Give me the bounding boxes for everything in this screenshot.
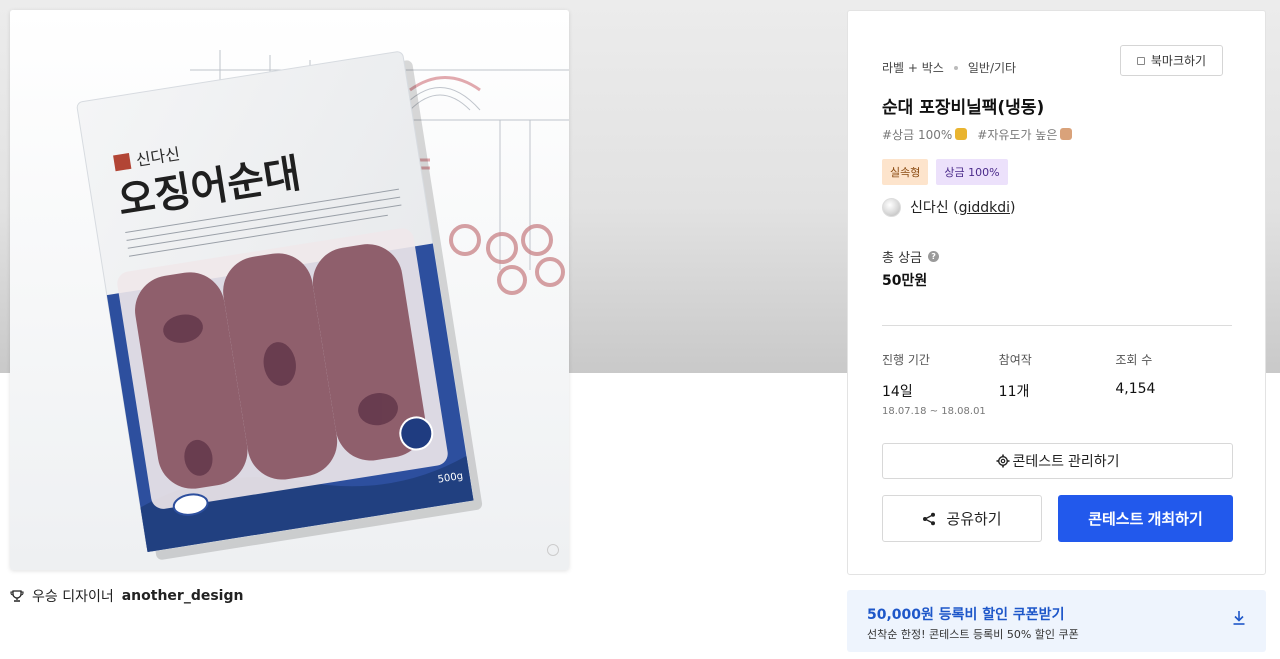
breadcrumb: 라벨 + 박스 일반/기타 xyxy=(882,59,1016,76)
help-icon[interactable]: ? xyxy=(928,251,940,262)
badge-economy: 실속형 xyxy=(882,159,929,185)
breadcrumb-subcategory[interactable]: 일반/기타 xyxy=(968,59,1016,76)
stat-entries: 참여작 11개 xyxy=(998,353,1032,400)
contest-title: 순대 포장비닐팩(냉동) xyxy=(882,98,1045,118)
winner-designer: 우승 디자이너 another_design xyxy=(10,586,243,606)
avatar xyxy=(882,197,901,217)
divider xyxy=(882,325,1232,326)
raised-hands-icon xyxy=(1060,128,1073,140)
host-info: 신다신 (giddkdi) xyxy=(882,197,1015,217)
stat-duration: 진행 기간 14일 18.07.18 ~ 18.08.01 xyxy=(882,353,986,417)
share-button[interactable]: 공유하기 xyxy=(882,495,1042,542)
share-icon xyxy=(923,512,936,525)
contest-tags: #상금 100% #자유도가 높은 xyxy=(882,126,1073,143)
host-contest-button[interactable]: 콘테스트 개최하기 xyxy=(1058,495,1233,542)
bookmark-button[interactable]: 북마크하기 xyxy=(1120,45,1223,76)
breadcrumb-separator xyxy=(953,65,958,70)
designer-name[interactable]: another_design xyxy=(122,588,244,604)
gear-icon xyxy=(996,454,1010,468)
contest-badges: 실속형 상금 100% xyxy=(882,159,1008,185)
coupon-banner[interactable]: 50,000원 등록비 할인 쿠폰받기 선착순 한정! 콘테스트 등록비 50%… xyxy=(847,590,1266,652)
contest-image[interactable]: 신다신 오징어순대 500g xyxy=(10,10,569,570)
host-name: 신다신 ( xyxy=(910,200,959,216)
badge-prize: 상금 100% xyxy=(936,159,1008,185)
stat-views: 조회 수 4,154 xyxy=(1115,353,1156,397)
contest-stats: 진행 기간 14일 18.07.18 ~ 18.08.01 참여작 11개 조회… xyxy=(882,351,1232,417)
download-icon[interactable] xyxy=(1232,610,1246,626)
contest-info-panel: 라벨 + 박스 일반/기타 북마크하기 순대 포장비닐팩(냉동) #상금 100… xyxy=(847,10,1266,575)
designer-prefix: 우승 디자이너 xyxy=(32,589,114,605)
tag-freedom[interactable]: #자유도가 높은 xyxy=(977,126,1073,143)
manage-contest-button[interactable]: 콘테스트 관리하기 xyxy=(882,443,1233,479)
money-bag-icon xyxy=(955,128,968,140)
bookmark-label: 북마크하기 xyxy=(1150,54,1207,68)
product-image: 신다신 오징어순대 500g xyxy=(10,10,569,570)
bookmark-icon xyxy=(1136,56,1145,65)
coupon-title: 50,000원 등록비 할인 쿠폰받기 xyxy=(867,607,1065,623)
host-id-link[interactable]: giddkdi xyxy=(959,200,1010,216)
coupon-subtitle: 선착순 한정! 콘테스트 등록비 50% 할인 쿠폰 xyxy=(867,628,1079,641)
tag-prize[interactable]: #상금 100% xyxy=(882,126,968,143)
host-contest-label: 콘테스트 개최하기 xyxy=(1088,511,1203,528)
trophy-icon xyxy=(10,590,24,602)
breadcrumb-category[interactable]: 라벨 + 박스 xyxy=(882,59,944,76)
prize-value: 50만원 xyxy=(882,273,928,289)
prize-label: 총 상금 ? xyxy=(882,247,940,266)
zoom-icon[interactable] xyxy=(547,544,559,556)
share-label: 공유하기 xyxy=(946,511,1002,528)
manage-contest-label: 콘테스트 관리하기 xyxy=(1012,453,1120,469)
